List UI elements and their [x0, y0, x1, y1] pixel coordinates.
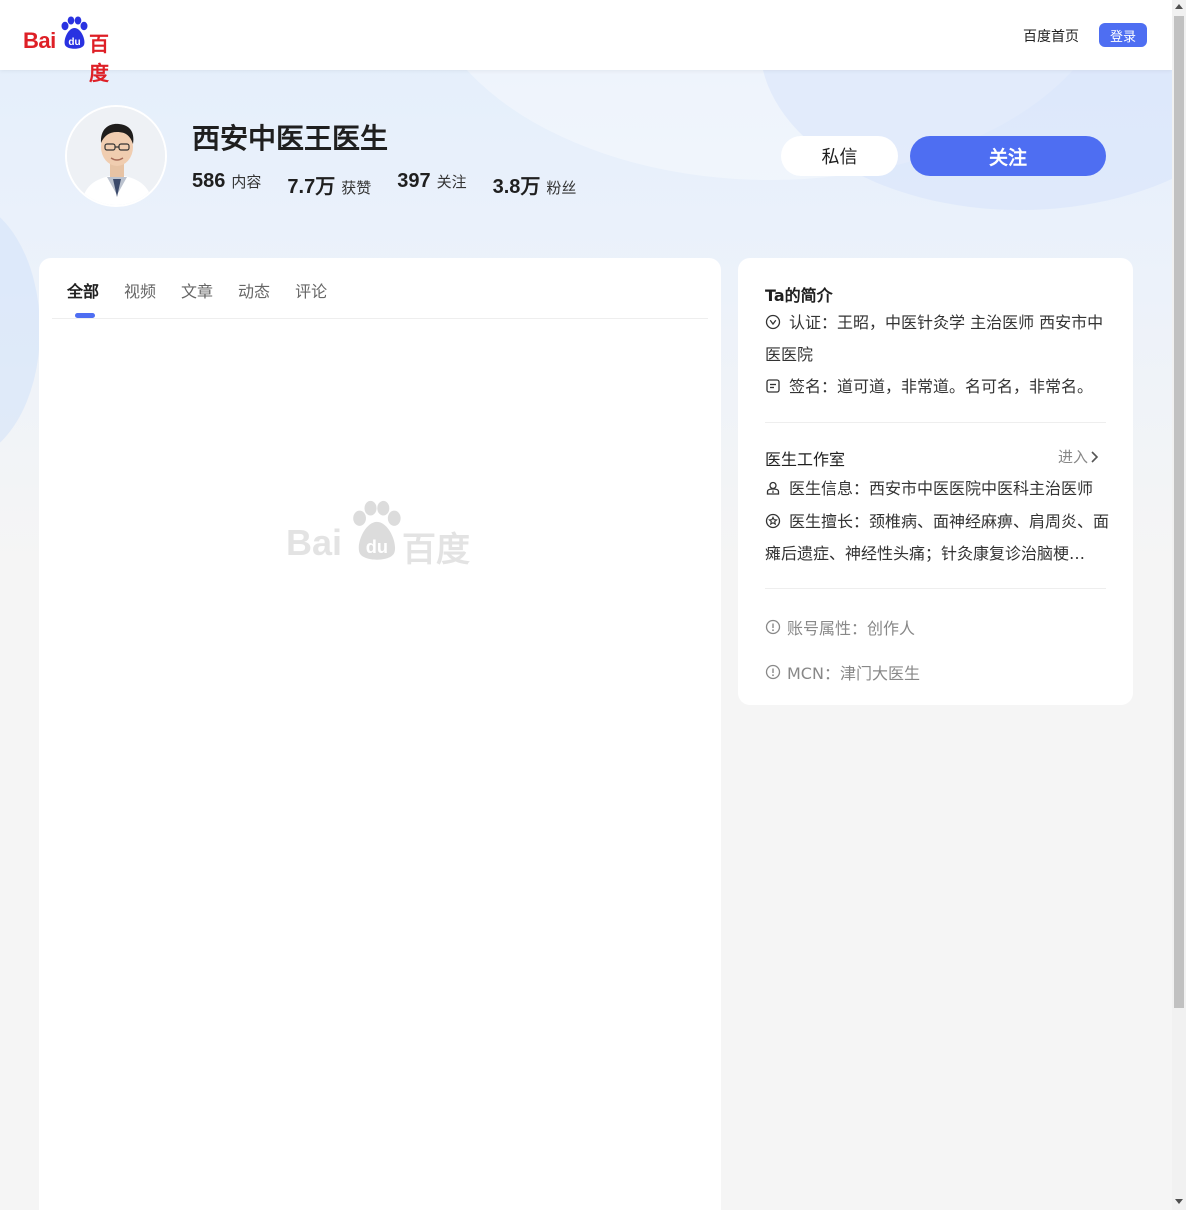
signature-text: 签名：道可道，非常道。名可名，非常名。	[789, 377, 1094, 396]
divider	[765, 422, 1106, 423]
expertise-text: 医生擅长：颈椎病、面神经麻痹、肩周炎、面瘫后遗症、神经性头痛；针灸康复诊治脑梗…	[765, 512, 1110, 563]
profile-stats: 586 内容 7.7万 获赞 397 关注 3.8万 粉丝	[192, 170, 602, 199]
chevron-right-icon	[1091, 450, 1099, 463]
intro-title: Ta的简介	[765, 286, 833, 305]
scroll-up-arrow[interactable]	[1175, 4, 1183, 9]
private-message-button[interactable]: 私信	[781, 136, 898, 176]
logo-text-bai: Bai	[23, 28, 56, 53]
doctor-icon	[766, 481, 780, 495]
scroll-thumb[interactable]	[1174, 16, 1184, 1008]
studio-enter-link[interactable]: 进入	[1058, 446, 1100, 467]
mcn-row: MCN：津门大医生	[765, 660, 920, 684]
signature-row: 签名：道可道，非常道。名可名，非常名。	[765, 371, 1110, 403]
stat-number: 7.7万	[287, 176, 336, 198]
watermark-text-cn: 百度	[402, 530, 470, 570]
tab-all[interactable]: 全部	[67, 278, 99, 302]
stat-label: 关注	[436, 173, 467, 191]
stat-fans[interactable]: 3.8万 粉丝	[493, 170, 577, 199]
baidu-logo[interactable]: Bai du 百度	[23, 16, 127, 85]
verified-icon	[765, 314, 781, 330]
expertise-row: 医生擅长：颈椎病、面神经麻痹、肩周炎、面瘫后遗症、神经性头痛；针灸康复诊治脑梗…	[765, 506, 1110, 570]
enter-label: 进入	[1058, 448, 1089, 466]
certification-text: 认证：王昭，中医针灸学 主治医师 西安市中医医院	[765, 313, 1104, 364]
tab-dynamic[interactable]: 动态	[238, 278, 270, 302]
stat-following[interactable]: 397 关注	[397, 170, 466, 199]
note-icon	[766, 379, 780, 393]
stat-label: 粉丝	[546, 179, 577, 197]
profile-info-card: Ta的简介 认证：王昭，中医针灸学 主治医师 西安市中医医院 签名：道可道，非常…	[738, 258, 1133, 705]
content-tabs: 全部 视频 文章 动态 评论	[67, 278, 352, 302]
baidu-home-link[interactable]: 百度首页	[1023, 26, 1079, 46]
watermark-text-du: du	[366, 536, 388, 557]
watermark-text-bai: Bai	[286, 522, 343, 563]
content-feed-card: 全部 视频 文章 动态 评论 Bai du 百度	[39, 258, 721, 1210]
login-button[interactable]: 登录	[1099, 23, 1147, 47]
tab-article[interactable]: 文章	[181, 278, 213, 302]
stat-content[interactable]: 586 内容	[192, 170, 261, 199]
stat-likes: 7.7万 获赞	[287, 170, 371, 199]
doctor-info-row: 医生信息：西安市中医医院中医科主治医师	[765, 473, 1110, 505]
studio-title: 医生工作室	[765, 450, 846, 469]
logo-text-cn: 百度	[89, 32, 109, 85]
info-icon	[765, 664, 781, 680]
stat-number: 3.8万	[492, 176, 541, 198]
star-badge-icon	[765, 513, 781, 529]
account-attribute-text: 账号属性：创作人	[787, 619, 916, 638]
page-scrollbar[interactable]	[1172, 0, 1186, 1210]
tab-comment[interactable]: 评论	[295, 278, 327, 302]
avatar	[65, 105, 167, 207]
follow-button[interactable]: 关注	[910, 136, 1106, 176]
loading-watermark: Bai du 百度	[286, 500, 476, 570]
info-icon	[765, 619, 781, 635]
tab-divider	[52, 318, 708, 319]
stat-label: 获赞	[341, 179, 372, 197]
logo-text-du: du	[68, 37, 80, 48]
stat-number: 397	[397, 170, 431, 192]
stat-number: 586	[192, 170, 226, 192]
mcn-text: MCN：津门大医生	[787, 664, 920, 683]
doctor-info-text: 医生信息：西安市中医医院中医科主治医师	[789, 479, 1094, 498]
account-attribute-row: 账号属性：创作人	[765, 615, 915, 639]
certification-row: 认证：王昭，中医针灸学 主治医师 西安市中医医院	[765, 307, 1110, 371]
scroll-down-arrow[interactable]	[1175, 1199, 1183, 1204]
decorative-arc	[0, 200, 40, 460]
paw-icon: du	[353, 500, 401, 560]
doctor-avatar-image	[67, 107, 165, 205]
stat-label: 内容	[231, 173, 262, 191]
divider	[765, 588, 1106, 589]
paw-icon: du	[61, 16, 88, 49]
top-bar: Bai du 百度 百度首页 登录	[0, 0, 1172, 85]
profile-name: 西安中医王医生	[192, 122, 389, 155]
tab-video[interactable]: 视频	[124, 278, 156, 302]
